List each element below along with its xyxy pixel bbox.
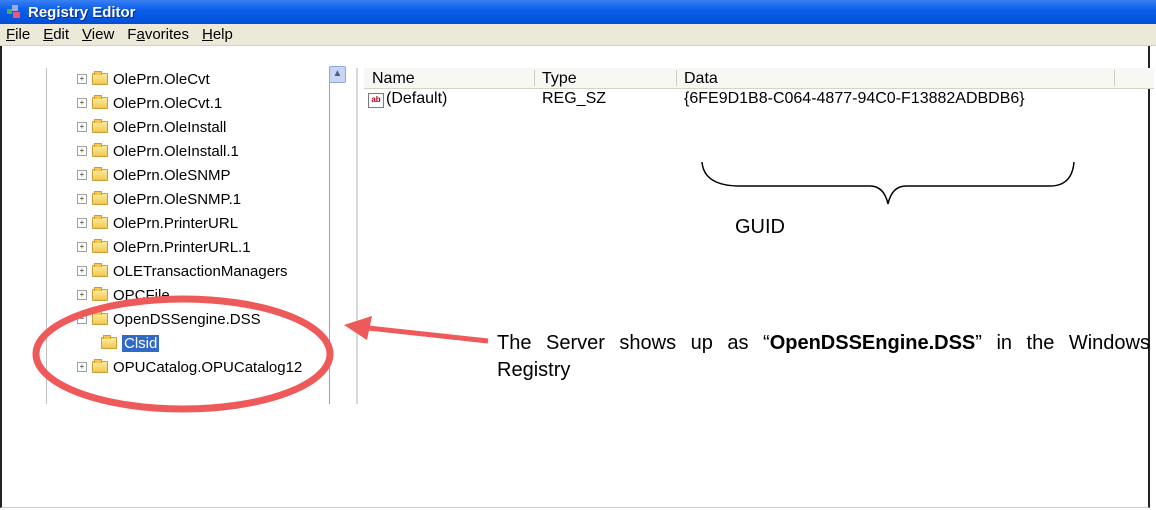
registry-key-tree[interactable]: + OlePrn.OleCvt + OlePrn.OleCvt.1 + OlePrn.…	[46, 68, 330, 404]
expand-icon[interactable]: +	[77, 290, 87, 300]
tree-item[interactable]: + OlePrn.OleSNMP.1	[77, 188, 241, 210]
column-divider[interactable]	[676, 70, 677, 86]
guid-label: GUID	[735, 216, 785, 238]
tree-item[interactable]: + OlePrn.OleInstall	[77, 116, 226, 138]
guid-brace	[701, 161, 1075, 205]
folder-icon	[92, 71, 108, 85]
value-type: REG_SZ	[542, 90, 607, 107]
tree-item[interactable]: + OLETransactionManagers	[77, 260, 288, 282]
server-annotation: The Server shows up as “OpenDSSEngine.DS…	[497, 332, 1150, 381]
menu-edit[interactable]: Edit	[37, 26, 76, 43]
expand-icon[interactable]: +	[77, 242, 87, 252]
tree-item-selected[interactable]: Clsid	[101, 332, 160, 354]
list-header: Name Type Data	[364, 68, 1154, 89]
expand-icon[interactable]: +	[77, 146, 87, 156]
folder-icon	[92, 239, 108, 253]
folder-icon	[92, 263, 108, 277]
scroll-up-button[interactable]: ▲	[329, 66, 346, 83]
pane-splitter[interactable]	[356, 68, 358, 404]
expand-icon[interactable]: +	[77, 170, 87, 180]
expand-icon[interactable]: +	[77, 98, 87, 108]
open-folder-icon	[92, 311, 108, 325]
list-row[interactable]: ab (Default) REG_SZ {6FE9D1B8-C064-4877-…	[364, 90, 1154, 110]
folder-icon	[92, 287, 108, 301]
column-data-header[interactable]: Data	[684, 70, 718, 88]
expand-icon[interactable]: +	[77, 218, 87, 228]
expand-icon[interactable]: +	[77, 362, 87, 372]
folder-icon	[92, 215, 108, 229]
tree-item[interactable]: + OPCFile	[77, 284, 170, 306]
folder-icon	[92, 95, 108, 109]
menu-favorites[interactable]: Favorites	[121, 26, 196, 43]
column-divider[interactable]	[1114, 70, 1115, 86]
string-value-icon: ab	[368, 93, 384, 108]
expand-icon[interactable]: +	[77, 194, 87, 204]
folder-icon	[92, 143, 108, 157]
expand-icon[interactable]: +	[77, 74, 87, 84]
registry-editor-icon	[6, 4, 22, 20]
title-bar: Registry Editor	[0, 0, 1156, 24]
tree-item[interactable]: + OlePrn.OleInstall.1	[77, 140, 239, 162]
value-name: (Default)	[386, 90, 448, 107]
folder-icon	[92, 359, 108, 373]
open-folder-icon	[101, 335, 117, 349]
tree-item[interactable]: + OlePrn.PrinterURL	[77, 212, 238, 234]
column-divider[interactable]	[534, 70, 535, 86]
folder-icon	[92, 119, 108, 133]
menu-view[interactable]: View	[76, 26, 121, 43]
tree-item[interactable]: + OlePrn.OleSNMP	[77, 164, 231, 186]
window-title: Registry Editor	[28, 3, 136, 21]
expand-icon[interactable]: +	[77, 266, 87, 276]
folder-icon	[92, 167, 108, 181]
column-type-header[interactable]: Type	[542, 70, 577, 88]
tree-item[interactable]: + OlePrn.PrinterURL.1	[77, 236, 251, 258]
menu-file[interactable]: File	[0, 26, 37, 43]
tree-item[interactable]: + OlePrn.OleCvt.1	[77, 92, 222, 114]
folder-icon	[92, 191, 108, 205]
value-data: {6FE9D1B8-C064-4877-94C0-F13882ADBDB6}	[684, 90, 1025, 107]
tree-item[interactable]: + OPUCatalog.OPUCatalog12	[77, 356, 302, 378]
tree-item[interactable]: − OpenDSSengine.DSS	[77, 308, 261, 330]
tree-item[interactable]: + OlePrn.OleCvt	[77, 68, 210, 90]
column-name-header[interactable]: Name	[372, 70, 415, 88]
expand-icon[interactable]: +	[77, 122, 87, 132]
collapse-icon[interactable]: −	[77, 314, 87, 324]
menu-bar: File Edit View Favorites Help	[0, 24, 1156, 46]
menu-help[interactable]: Help	[196, 26, 240, 43]
